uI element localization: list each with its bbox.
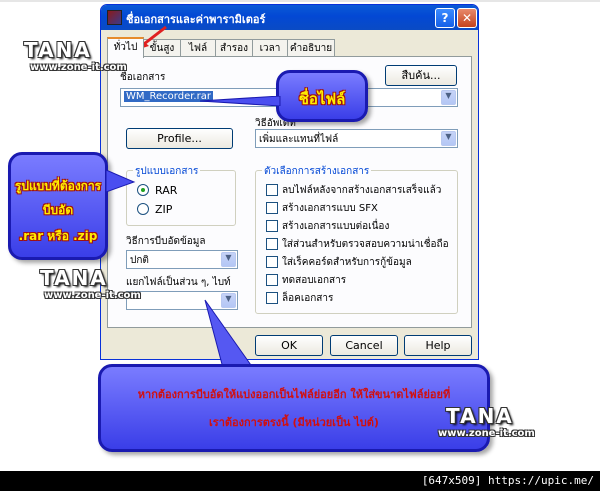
split-volumes-callout: หากต้องการบีบอัดให้แบ่งออกเป็นไฟล์ย่อยอี…	[98, 364, 490, 452]
chevron-down-icon[interactable]: ▼	[441, 131, 456, 146]
format-callout: รูปแบบที่ต้องการ บีบอัด .rar หรือ .zip	[8, 152, 108, 260]
option-delete-files-label: ลบไฟล์หลังจากสร้างเอกสารเสร็จแล้ว	[282, 185, 442, 196]
option-sfx-checkbox[interactable]	[266, 202, 278, 214]
option-recovery-record-label: ใส่เร็คคอร์ดสำหรับการกู้ข้อมูล	[282, 257, 412, 268]
update-mode-select[interactable]: เพิ่มและแทนที่ไฟล์ ▼	[255, 129, 458, 148]
image-host-footer: [647x509] https://upic.me/	[0, 471, 600, 491]
watermark-site-bottom: www.zone-it.com	[438, 428, 535, 439]
compression-method-select[interactable]: ปกติ ▼	[126, 250, 238, 269]
arrow-shaft	[143, 25, 167, 46]
format-zip-radio[interactable]	[137, 203, 149, 215]
option-authenticity-label: ใส่ส่วนสำหรับตรวจสอบความน่าเชื่อถือ	[282, 239, 449, 250]
format-rar-radio[interactable]	[137, 184, 149, 196]
format-callout-line1: รูปแบบที่ต้องการ	[14, 179, 102, 193]
option-test-checkbox[interactable]	[266, 274, 278, 286]
chevron-down-icon[interactable]: ▼	[441, 90, 456, 105]
tab-time[interactable]: เวลา	[252, 39, 288, 57]
tab-files[interactable]: ไฟล์	[180, 39, 216, 57]
filename-callout-pointer	[200, 96, 281, 106]
close-icon[interactable]: ✕	[457, 8, 477, 28]
format-rar-label: RAR	[155, 184, 178, 197]
format-callout-line3: .rar หรือ .zip	[18, 229, 98, 243]
split-callout-line1: หากต้องการบีบอัดให้แบ่งออกเป็นไฟล์ย่อยอี…	[137, 388, 451, 401]
help-title-button[interactable]: ?	[435, 8, 455, 28]
option-sfx-label: สร้างเอกสารแบบ SFX	[282, 203, 378, 214]
compression-method-value: ปกติ	[130, 255, 149, 266]
option-recovery-record-checkbox[interactable]	[266, 256, 278, 268]
option-test-label: ทดสอบเอกสาร	[282, 275, 347, 286]
help-button[interactable]: Help	[404, 335, 472, 356]
split-callout-pointer	[204, 299, 254, 369]
format-callout-line2: บีบอัด	[42, 203, 74, 217]
tab-backup[interactable]: สำรอง	[215, 39, 253, 57]
archiving-options-group: ตัวเลือกการสร้างเอกสาร ลบไฟล์หลังจากสร้า…	[255, 164, 458, 314]
option-authenticity-checkbox[interactable]	[266, 238, 278, 250]
option-delete-files-checkbox[interactable]	[266, 184, 278, 196]
watermark-brand-bottom: TANA	[446, 404, 514, 428]
browse-button[interactable]: สืบค้น...	[385, 65, 457, 86]
watermark-site-top: www.zone-it.com	[30, 62, 127, 73]
watermark-site-mid: www.zone-it.com	[44, 290, 141, 301]
filename-callout: ชื่อไฟล์	[276, 70, 368, 122]
format-zip-label: ZIP	[155, 203, 173, 216]
chevron-down-icon[interactable]: ▼	[221, 252, 236, 267]
update-mode-value: เพิ่มและแทนที่ไฟล์	[259, 134, 339, 145]
winrar-app-icon	[107, 10, 122, 25]
format-callout-pointer	[106, 169, 136, 193]
option-lock-checkbox[interactable]	[266, 292, 278, 304]
watermark-brand-top: TANA	[24, 38, 92, 62]
footer-text: [647x509] https://upic.me/	[421, 474, 594, 487]
compression-method-label: วิธีการบีบอัดข้อมูล	[126, 236, 206, 247]
split-callout-line2: เราต้องการตรงนี้ (มีหน่วยเป็น ไบต์)	[209, 416, 379, 429]
ok-button[interactable]: OK	[255, 335, 323, 356]
profile-button[interactable]: Profile...	[126, 128, 233, 149]
option-solid-checkbox[interactable]	[266, 220, 278, 232]
split-volumes-label: แยกไฟล์เป็นส่วน ๆ, ไบท์	[126, 277, 231, 288]
cancel-button[interactable]: Cancel	[330, 335, 398, 356]
archive-options-dialog: ชื่อเอกสารและค่าพารามิเตอร์ ? ✕ ทั่วไป ข…	[100, 4, 479, 360]
archive-format-group: รูปแบบเอกสาร RAR ZIP	[126, 164, 236, 226]
archiving-options-title: ตัวเลือกการสร้างเอกสาร	[262, 164, 372, 179]
tab-comment[interactable]: คำอธิบาย	[287, 39, 335, 57]
option-lock-label: ล็อคเอกสาร	[282, 293, 334, 304]
filename-callout-text: ชื่อไฟล์	[298, 90, 346, 108]
watermark-brand-mid: TANA	[40, 266, 108, 290]
archive-format-title: รูปแบบเอกสาร	[133, 164, 201, 179]
tab-general[interactable]: ทั่วไป	[107, 37, 144, 58]
option-solid-label: สร้างเอกสารแบบต่อเนื่อง	[282, 221, 390, 232]
